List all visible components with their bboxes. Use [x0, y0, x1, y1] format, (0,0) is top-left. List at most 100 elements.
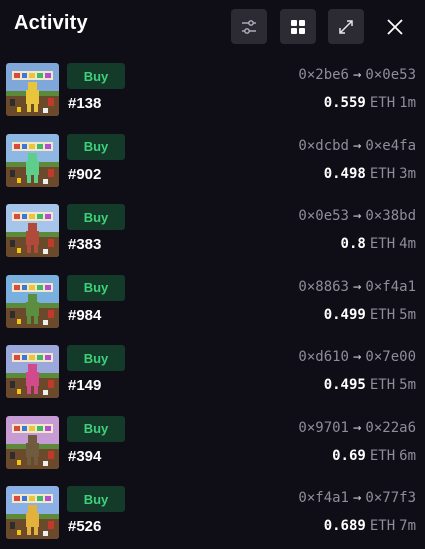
token-id[interactable]: #394	[68, 448, 101, 465]
transfer-addresses: 0×8863 → 0×f4a1	[298, 279, 416, 295]
arrow-right-icon: →	[352, 490, 362, 506]
close-icon	[387, 18, 403, 35]
price-unit: ETH	[369, 95, 396, 111]
activity-row[interactable]: Buy #149 0×d610 → 0×7e00 0.495 ETH 5m	[0, 340, 425, 411]
to-address[interactable]: 0×f4a1	[365, 279, 416, 295]
time-ago: 3m	[399, 165, 416, 182]
to-address[interactable]: 0×7e00	[365, 349, 416, 365]
nft-thumbnail[interactable]	[6, 133, 59, 187]
nft-image	[6, 486, 59, 539]
to-address[interactable]: 0×38bd	[365, 208, 416, 224]
to-address[interactable]: 0×e4fa	[365, 138, 416, 154]
price-value: 0.689	[323, 518, 366, 534]
arrow-right-icon: →	[352, 419, 362, 436]
price-value: 0.69	[332, 447, 366, 464]
to-address[interactable]: 0×0e53	[365, 67, 416, 83]
grid-view-icon	[291, 19, 305, 34]
price-value: 0.499	[323, 306, 366, 323]
time-ago: 5m	[399, 306, 416, 323]
price-line: 0.495 ETH 5m	[324, 377, 416, 393]
nft-image	[6, 345, 59, 398]
time-ago: 7m	[399, 518, 416, 534]
buy-badge: Buy	[67, 274, 125, 301]
to-address[interactable]: 0×22a6	[365, 420, 416, 436]
nft-image	[6, 274, 59, 328]
buy-badge: Buy	[67, 486, 125, 512]
token-id[interactable]: #149	[68, 377, 101, 394]
nft-image	[6, 415, 59, 469]
expand-icon	[339, 19, 353, 34]
from-address[interactable]: 0×dcbd	[298, 138, 349, 154]
token-id[interactable]: #383	[68, 236, 101, 253]
activity-row[interactable]: Buy #138 0×2be6 → 0×0e53 0.559 ETH 1m	[0, 58, 425, 129]
buy-badge: Buy	[67, 133, 125, 160]
from-address[interactable]: 0×9701	[298, 420, 349, 436]
transfer-addresses: 0×d610 → 0×7e00	[298, 349, 416, 365]
price-value: 0.498	[323, 165, 366, 182]
nft-thumbnail[interactable]	[6, 415, 59, 469]
nft-thumbnail[interactable]	[6, 204, 59, 257]
price-line: 0.499 ETH 5m	[324, 307, 416, 323]
filter-button[interactable]	[231, 9, 267, 44]
nft-image	[6, 133, 59, 187]
price-line: 0.689 ETH 7m	[324, 518, 416, 534]
arrow-right-icon: →	[352, 67, 362, 83]
transfer-addresses: 0×2be6 → 0×0e53	[298, 67, 416, 83]
from-address[interactable]: 0×0e53	[298, 208, 349, 224]
activity-row[interactable]: Buy #383 0×0e53 → 0×38bd 0.8 ETH 4m	[0, 199, 425, 270]
price-unit: ETH	[369, 518, 396, 534]
token-id[interactable]: #526	[68, 518, 101, 535]
time-ago: 6m	[399, 447, 416, 464]
price-line: 0.69 ETH 6m	[332, 448, 416, 464]
from-address[interactable]: 0×f4a1	[298, 490, 349, 506]
activity-row[interactable]: Buy #394 0×9701 → 0×22a6 0.69 ETH 6m	[0, 411, 425, 482]
activity-row[interactable]: Buy #526 0×f4a1 → 0×77f3 0.689 ETH 7m	[0, 481, 425, 549]
expand-button[interactable]	[328, 9, 364, 44]
buy-badge: Buy	[67, 345, 125, 371]
buy-badge: Buy	[67, 63, 125, 89]
arrow-right-icon: →	[352, 208, 362, 224]
activity-header: Activity	[0, 0, 425, 52]
from-address[interactable]: 0×8863	[298, 279, 349, 295]
transfer-addresses: 0×dcbd → 0×e4fa	[298, 138, 416, 154]
grid-view-button[interactable]	[280, 9, 316, 44]
price-line: 0.559 ETH 1m	[324, 95, 416, 111]
nft-thumbnail[interactable]	[6, 63, 59, 116]
price-value: 0.495	[323, 377, 366, 393]
price-unit: ETH	[369, 306, 396, 323]
from-address[interactable]: 0×2be6	[298, 67, 349, 83]
nft-thumbnail[interactable]	[6, 345, 59, 398]
close-button[interactable]	[377, 9, 413, 44]
transfer-addresses: 0×0e53 → 0×38bd	[298, 208, 416, 224]
time-ago: 5m	[399, 377, 416, 393]
price-unit: ETH	[369, 165, 396, 182]
from-address[interactable]: 0×d610	[298, 349, 349, 365]
nft-thumbnail[interactable]	[6, 274, 59, 328]
filter-sliders-icon	[242, 19, 256, 34]
arrow-right-icon: →	[352, 278, 362, 295]
time-ago: 4m	[399, 236, 416, 252]
activity-row[interactable]: Buy #902 0×dcbd → 0×e4fa 0.498 ETH 3m	[0, 129, 425, 200]
nft-image	[6, 63, 59, 116]
activity-row[interactable]: Buy #984 0×8863 → 0×f4a1 0.499 ETH 5m	[0, 270, 425, 341]
transfer-addresses: 0×f4a1 → 0×77f3	[298, 490, 416, 506]
price-unit: ETH	[369, 447, 396, 464]
price-line: 0.498 ETH 3m	[324, 166, 416, 182]
nft-image	[6, 204, 59, 257]
price-unit: ETH	[369, 377, 396, 393]
buy-badge: Buy	[67, 415, 125, 442]
time-ago: 1m	[399, 95, 416, 111]
buy-badge: Buy	[67, 204, 125, 230]
price-line: 0.8 ETH 4m	[341, 236, 416, 252]
price-value: 0.8	[340, 236, 366, 252]
arrow-right-icon: →	[352, 137, 362, 154]
to-address[interactable]: 0×77f3	[365, 490, 416, 506]
transfer-addresses: 0×9701 → 0×22a6	[298, 420, 416, 436]
price-unit: ETH	[369, 236, 396, 252]
nft-thumbnail[interactable]	[6, 486, 59, 539]
token-id[interactable]: #138	[68, 95, 101, 112]
price-value: 0.559	[323, 95, 366, 111]
arrow-right-icon: →	[352, 349, 362, 365]
token-id[interactable]: #902	[68, 166, 101, 183]
token-id[interactable]: #984	[68, 307, 101, 324]
